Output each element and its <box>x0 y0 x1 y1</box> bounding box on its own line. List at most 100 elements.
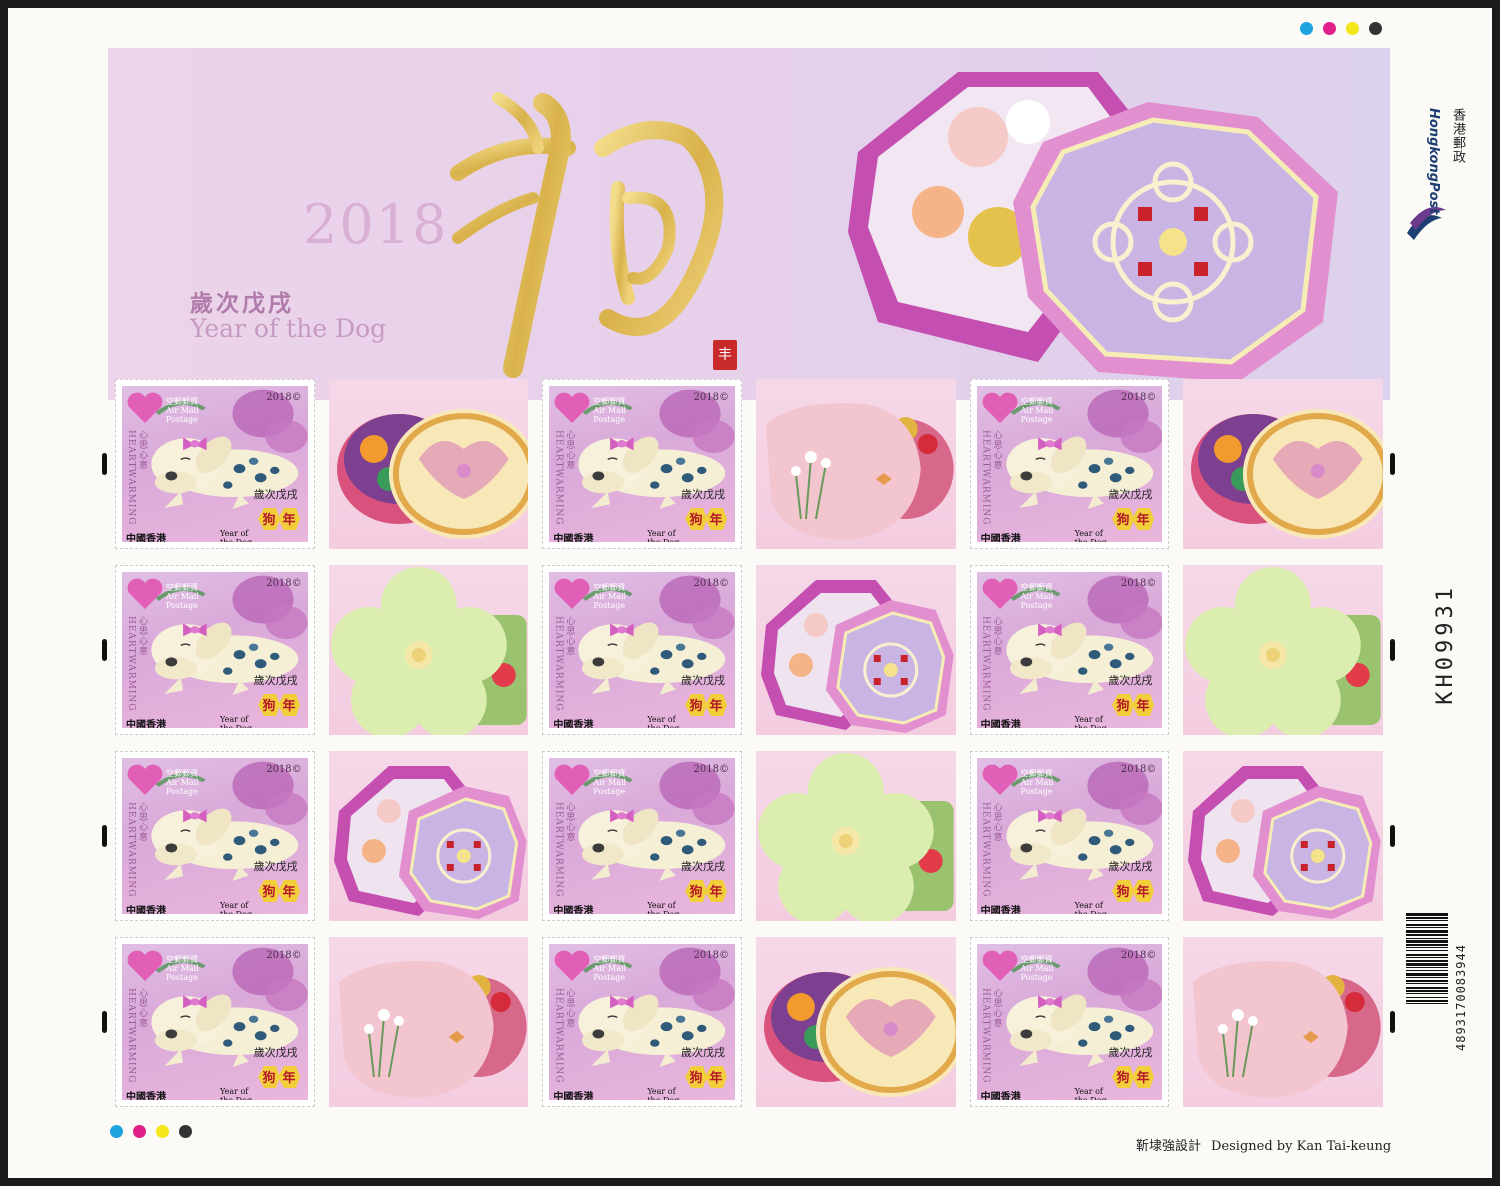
country-chinese: 中國香港 <box>126 720 166 728</box>
heartwarming-label: 心思心意 HEARTWARMING <box>980 616 1002 712</box>
country-chinese: 中國香港 <box>980 720 1021 728</box>
stamp-chinese-year: 歲次戊戌 <box>1108 1046 1153 1059</box>
label-cell <box>322 557 536 743</box>
perforation-marker <box>102 453 107 475</box>
gou-nian-badge: 狗 年 <box>685 694 727 716</box>
heartwarming-label: 心思心意 HEARTWARMING <box>553 430 575 526</box>
air-mail-label: 空郵郵資 Air Mail Postage <box>1020 769 1054 796</box>
stamp-design: 空郵郵資 Air Mail Postage 2018© 心思心意 HEARTWAR… <box>122 944 308 1100</box>
stamp-chinese-year: 歲次戊戌 <box>1108 860 1153 873</box>
air-mail-label: 空郵郵資 Air Mail Postage <box>166 397 199 424</box>
stamp-year: 2018© <box>266 392 302 403</box>
stamp: 空郵郵資 Air Mail Postage 2018© 心思心意 HEARTWAR… <box>115 379 315 549</box>
label-cell <box>749 929 963 1115</box>
heart-icon <box>982 578 1018 609</box>
label-cell <box>322 743 536 929</box>
gou-nian-badge: 狗 年 <box>1112 694 1155 716</box>
svg-text:狗: 狗 <box>1117 1070 1130 1086</box>
gou-nian-badge: 狗 年 <box>685 508 727 530</box>
stamp: 空郵郵資 Air Mail Postage 2018© 心思心意 HEARTWAR… <box>115 937 315 1107</box>
barcode-number: 4893170083944 <box>1454 944 1468 1052</box>
heart-icon <box>982 950 1018 981</box>
octagonal-candy-box-illustration <box>848 72 1338 382</box>
svg-text:狗: 狗 <box>262 698 275 714</box>
heart-icon <box>554 578 590 609</box>
stamp: 空郵郵資 Air Mail Postage 2018© 心思心意 HEARTWAR… <box>542 379 742 549</box>
heartwarming-label: 心思心意 HEARTWARMING <box>553 802 575 898</box>
perforation-marker <box>102 825 107 847</box>
stamp-cell: 空郵郵資 Air Mail Postage 2018© 心思心意 HEARTWAR… <box>963 371 1177 557</box>
stamp-year: 2018© <box>1120 392 1157 403</box>
selvage-banner: 2018 歲次戊戌 Year of the Dog 丰 <box>108 48 1390 400</box>
gou-nian-badge: 狗 年 <box>257 880 300 902</box>
year-of-the-dog: Year ofthe Dog <box>1074 1087 1107 1100</box>
heartwarming-label: 心思心意 HEARTWARMING <box>980 802 1002 898</box>
cyan-dot <box>110 1125 123 1138</box>
stamp-design: 空郵郵資 Air Mail Postage 2018© 心思心意 HEARTWAR… <box>549 944 735 1100</box>
svg-text:年: 年 <box>1137 512 1150 528</box>
gou-nian-badge: 狗 年 <box>1112 508 1155 530</box>
black-dot <box>179 1125 192 1138</box>
stamp-year: 2018© <box>693 392 729 403</box>
svg-text:年: 年 <box>282 698 295 714</box>
year-of-the-dog: Year ofthe Dog <box>220 715 252 728</box>
stamp-design: 空郵郵資 Air Mail Postage 2018© 心思心意 HEARTWAR… <box>549 758 735 914</box>
label-cell <box>1176 743 1390 929</box>
yellow-dot <box>156 1125 169 1138</box>
stamp-chinese-year: 歲次戊戌 <box>253 860 298 873</box>
stamp-year: 2018© <box>693 578 729 589</box>
label-cell <box>1176 371 1390 557</box>
barcode-icon <box>1406 913 1448 1004</box>
heartwarming-label: 心思心意 HEARTWARMING <box>553 616 575 712</box>
yellow-dot <box>1346 22 1359 35</box>
designer-english: Designed by Kan Tai-keung <box>1211 1139 1392 1154</box>
year-of-the-dog: Year ofthe Dog <box>220 1087 252 1100</box>
heartwarming-label: 心思心意 HEARTWARMING <box>980 988 1002 1084</box>
stamp-chinese-year: 歲次戊戌 <box>253 1046 298 1059</box>
octagon-box-label-illustration <box>756 565 956 735</box>
air-mail-label: 空郵郵資 Air Mail Postage <box>1020 583 1054 610</box>
label-cell <box>322 929 536 1115</box>
banner-year: 2018 <box>303 193 449 256</box>
heart-icon <box>982 764 1018 795</box>
air-mail-label: 空郵郵資 Air Mail Postage <box>593 769 627 796</box>
banner-chinese-year: 歲次戊戌 <box>190 291 294 317</box>
svg-text:狗: 狗 <box>689 512 702 528</box>
svg-text:狗: 狗 <box>689 698 702 714</box>
gou-nian-badge: 狗 年 <box>685 880 727 902</box>
country-chinese: 中國香港 <box>126 906 166 914</box>
hongkong-post-chinese: 香港郵政 <box>1450 108 1465 164</box>
stamp-sheet: 2018 歲次戊戌 Year of the Dog 丰 HongkongPost… <box>8 8 1492 1178</box>
gou-nian-badge: 狗 年 <box>257 694 300 716</box>
stamp-cell: 空郵郵資 Air Mail Postage 2018© 心思心意 HEARTWAR… <box>963 743 1177 929</box>
sheet-serial-number: KH09931 <box>1433 584 1458 705</box>
heartwarming-label: 心思心意 HEARTWARMING <box>126 430 147 526</box>
flower-box-label-illustration <box>328 565 529 735</box>
country-chinese: 中國香港 <box>553 1092 594 1100</box>
country-chinese: 中國香港 <box>126 1092 166 1100</box>
stamp-design: 空郵郵資 Air Mail Postage 2018© 心思心意 HEARTWAR… <box>122 758 308 914</box>
svg-text:狗: 狗 <box>262 884 275 900</box>
hongkong-post-brand: HongkongPost <box>1426 108 1441 215</box>
stamp-chinese-year: 歲次戊戌 <box>681 674 725 687</box>
stamp-design: 空郵郵資 Air Mail Postage 2018© 心思心意 HEARTWAR… <box>976 386 1163 542</box>
country-chinese: 中國香港 <box>980 1092 1021 1100</box>
stamp-design: 空郵郵資 Air Mail Postage 2018© 心思心意 HEARTWAR… <box>976 572 1163 728</box>
heart-icon <box>127 392 163 423</box>
black-dot <box>1369 22 1382 35</box>
svg-text:年: 年 <box>1137 1070 1150 1086</box>
heartwarming-label: 心思心意 HEARTWARMING <box>553 988 575 1084</box>
stamp-year: 2018© <box>1120 764 1157 775</box>
label-cell <box>322 371 536 557</box>
stamp-design: 空郵郵資 Air Mail Postage 2018© 心思心意 HEARTWAR… <box>122 386 308 542</box>
year-of-the-dog: Year ofthe Dog <box>647 901 679 914</box>
air-mail-label: 空郵郵資 Air Mail Postage <box>593 583 627 610</box>
svg-text:狗: 狗 <box>262 1070 275 1086</box>
stamp: 空郵郵資 Air Mail Postage 2018© 心思心意 HEARTWAR… <box>542 937 742 1107</box>
octagon-box-label-illustration <box>1183 751 1383 921</box>
round-box-label-illustration <box>1183 379 1383 549</box>
stamp: 空郵郵資 Air Mail Postage 2018© 心思心意 HEARTWAR… <box>542 565 742 735</box>
stamp-cell: 空郵郵資 Air Mail Postage 2018© 心思心意 HEARTWAR… <box>963 557 1177 743</box>
round-box-label-illustration <box>756 937 956 1107</box>
red-seal: 丰 <box>713 340 737 370</box>
